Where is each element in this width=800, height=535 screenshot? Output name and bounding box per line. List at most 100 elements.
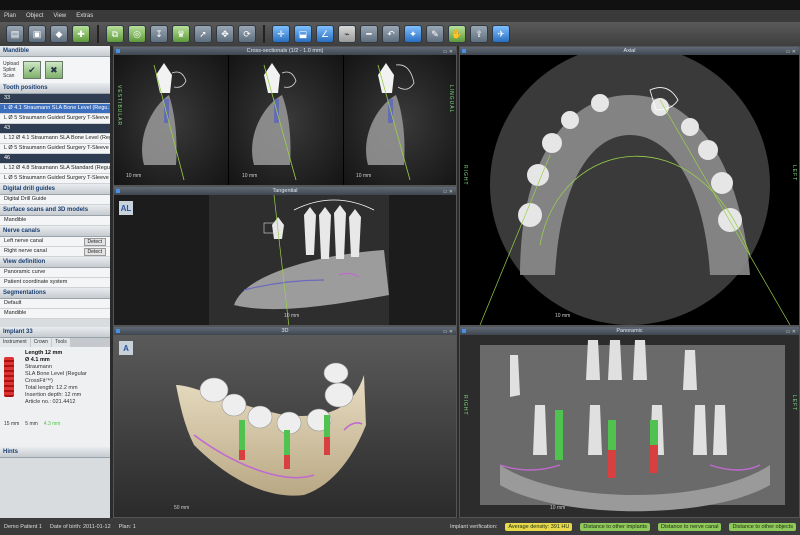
orientation-al-icon[interactable]: AL: [119, 201, 133, 215]
detect-right-button[interactable]: Detect: [83, 248, 106, 256]
patient-name: Demo Patient 1: [4, 523, 42, 530]
viewport-color-icon: [116, 189, 120, 193]
section-surface-scans[interactable]: Surface scans and 3D models: [0, 205, 110, 216]
tooth-number[interactable]: 43: [0, 124, 110, 134]
cube-icon[interactable]: ◆: [50, 25, 68, 43]
viewport-title: Tangential: [272, 188, 298, 194]
rotate-icon[interactable]: ⟳: [238, 25, 256, 43]
undo-icon[interactable]: ↶: [382, 25, 400, 43]
implant-diameter: Ø 4.1 mm: [25, 357, 50, 363]
ruler-icon[interactable]: ━: [360, 25, 378, 43]
implant-row[interactable]: L 12 Ø 4.8 Straumann SLA Standard (Regul…: [0, 164, 110, 174]
axial-viewport[interactable]: Axial ▭ ✕ RIGHT LEFT 10 mm: [459, 46, 800, 326]
sleeve-row[interactable]: L Ø 5 Straumann Guided Surgery T-Sleeve: [0, 144, 110, 154]
status-bar: Demo Patient 1 Date of birth: 2011-01-12…: [0, 518, 800, 535]
open-folder-icon[interactable]: ▤: [6, 25, 24, 43]
orientation-cube-icon[interactable]: A: [119, 341, 133, 355]
cross-sectional-svg: [114, 55, 456, 185]
tangential-svg: [114, 194, 456, 325]
hand-icon[interactable]: ✋: [448, 25, 466, 43]
section-segmentations[interactable]: Segmentations: [0, 288, 110, 299]
3d-viewport[interactable]: 3D ▭ ✕ A 50 mm: [113, 326, 457, 518]
implant-length: Length 12 mm: [25, 350, 63, 356]
implant-add-icon[interactable]: ✚: [72, 25, 90, 43]
density-badge[interactable]: Average density: 391 HU: [505, 522, 573, 531]
patient-dob: Date of birth: 2011-01-12: [49, 523, 111, 530]
export-icon[interactable]: ✈: [492, 25, 510, 43]
move-icon[interactable]: ✥: [216, 25, 234, 43]
left-nerve-canal[interactable]: Left nerve canal Detect: [0, 237, 110, 247]
pen-icon[interactable]: ✎: [426, 25, 444, 43]
menu-plan[interactable]: Plan: [4, 13, 16, 19]
tab-crown[interactable]: Crown: [30, 338, 52, 347]
distance-nerve-badge[interactable]: Distance to nerve canal: [657, 522, 722, 531]
wand-icon[interactable]: ✦: [404, 25, 422, 43]
right-nerve-canal[interactable]: Right nerve canal Detect: [0, 247, 110, 257]
3d-model-view[interactable]: A 50 mm: [114, 335, 456, 517]
section-mandible[interactable]: Mandible: [0, 46, 110, 57]
tab-tools[interactable]: Tools: [52, 338, 70, 347]
sleeve-row[interactable]: L Ø 5 Straumann Guided Surgery T-Sleeve: [0, 174, 110, 184]
surface-scan-item[interactable]: Mandible: [0, 216, 110, 226]
nerve-icon[interactable]: ⌁: [338, 25, 356, 43]
viewport-color-icon: [462, 49, 466, 53]
viewport-color-icon: [116, 49, 120, 53]
distance-objects-badge[interactable]: Distance to other objects: [729, 522, 796, 531]
section-drill-guides[interactable]: Digital drill guides: [0, 184, 110, 195]
implant-copy-icon[interactable]: ⧉: [106, 25, 124, 43]
panoramic-viewport[interactable]: Panoramic ▭ ✕ RIGHT LEFT 10 mm: [459, 326, 800, 518]
coordinate-system-item[interactable]: Patient coordinate system: [0, 278, 110, 288]
segmentation-mandible[interactable]: Mandible: [0, 309, 110, 319]
section-view-definition[interactable]: View definition: [0, 257, 110, 268]
crown-icon[interactable]: ♛: [172, 25, 190, 43]
angle-icon[interactable]: ∠: [316, 25, 334, 43]
drill-guide-item[interactable]: Digital Drill Guide: [0, 195, 110, 205]
viewport-header: Tangential ▭ ✕: [114, 187, 456, 195]
detect-left-button[interactable]: Detect: [83, 238, 106, 246]
section-nerve-canals[interactable]: Nerve canals: [0, 226, 110, 237]
sleeve-icon[interactable]: ◎: [128, 25, 146, 43]
sleeve-row[interactable]: L Ø 5 Straumann Guided Surgery T-Sleeve: [0, 114, 110, 124]
viewport-title: 3D: [281, 328, 289, 334]
measure-icon[interactable]: ⬓: [294, 25, 312, 43]
segmentation-default[interactable]: Default: [0, 299, 110, 309]
tab-instrument[interactable]: Instrument: [0, 338, 30, 347]
cross-sectional-images[interactable]: VESTIBULAR LINGUAL 10 mm 10 mm 10 mm: [114, 55, 456, 185]
hints-header[interactable]: Hints: [0, 447, 110, 458]
select-icon[interactable]: ✛: [272, 25, 290, 43]
implant-info-tabs: Instrument Crown Tools: [0, 338, 110, 347]
toolbar-divider: [263, 25, 265, 43]
tooth-number[interactable]: 46: [0, 154, 110, 164]
drill-icon[interactable]: ↧: [150, 25, 168, 43]
cross-sectional-viewport[interactable]: Cross-sectionals (1/2 - 1.0 mm) ▭ ✕ VEST…: [113, 46, 457, 186]
scale-bar-label: 10 mm: [555, 313, 571, 319]
option-scan[interactable]: Scan: [3, 73, 19, 79]
implant-row[interactable]: L 12 Ø 4.1 Straumann SLA Bone Level (Reg…: [0, 134, 110, 144]
checkmark-icon[interactable]: ✔: [22, 61, 41, 79]
panoramic-image[interactable]: RIGHT LEFT 10 mm: [460, 335, 799, 517]
vestibular-label: VESTIBULAR: [116, 85, 122, 127]
expand-icon[interactable]: ✖: [44, 61, 63, 79]
implant-brand: Straumann: [25, 364, 52, 370]
menu-view[interactable]: View: [53, 13, 66, 19]
menu-extras[interactable]: Extras: [76, 13, 93, 19]
export-icon[interactable]: ⇪: [470, 25, 488, 43]
implant-row[interactable]: L Ø 4.1 Straumann SLA Bone Level (Regu…: [0, 104, 110, 114]
arrow-icon[interactable]: ➚: [194, 25, 212, 43]
scale-bar-label: 10 mm: [356, 173, 372, 179]
viewport-header: Panoramic ▭ ✕: [460, 327, 799, 335]
section-tooth-positions[interactable]: Tooth positions: [0, 83, 110, 94]
tangential-viewport[interactable]: Tangential ▭ ✕ AL 10 mm: [113, 186, 457, 326]
tangential-image[interactable]: AL 10 mm: [114, 194, 456, 325]
lingual-label: LINGUAL: [448, 85, 454, 114]
app-window: Plan Object View Extras ▤ ▣ ◆ ✚ ⧉ ◎ ↧ ♛ …: [0, 0, 800, 535]
axial-image[interactable]: RIGHT LEFT 10 mm: [460, 47, 799, 325]
menu-object[interactable]: Object: [26, 13, 43, 19]
implant-properties-header[interactable]: Implant 33: [0, 327, 110, 338]
panoramic-curve-item[interactable]: Panoramic curve: [0, 268, 110, 278]
tooth-number[interactable]: 33: [0, 94, 110, 104]
save-icon[interactable]: ▣: [28, 25, 46, 43]
scale-bar-label: 50 mm: [174, 505, 190, 511]
scale-bar-label: 10 mm: [126, 173, 142, 179]
distance-implants-badge[interactable]: Distance to other implants: [580, 522, 650, 531]
